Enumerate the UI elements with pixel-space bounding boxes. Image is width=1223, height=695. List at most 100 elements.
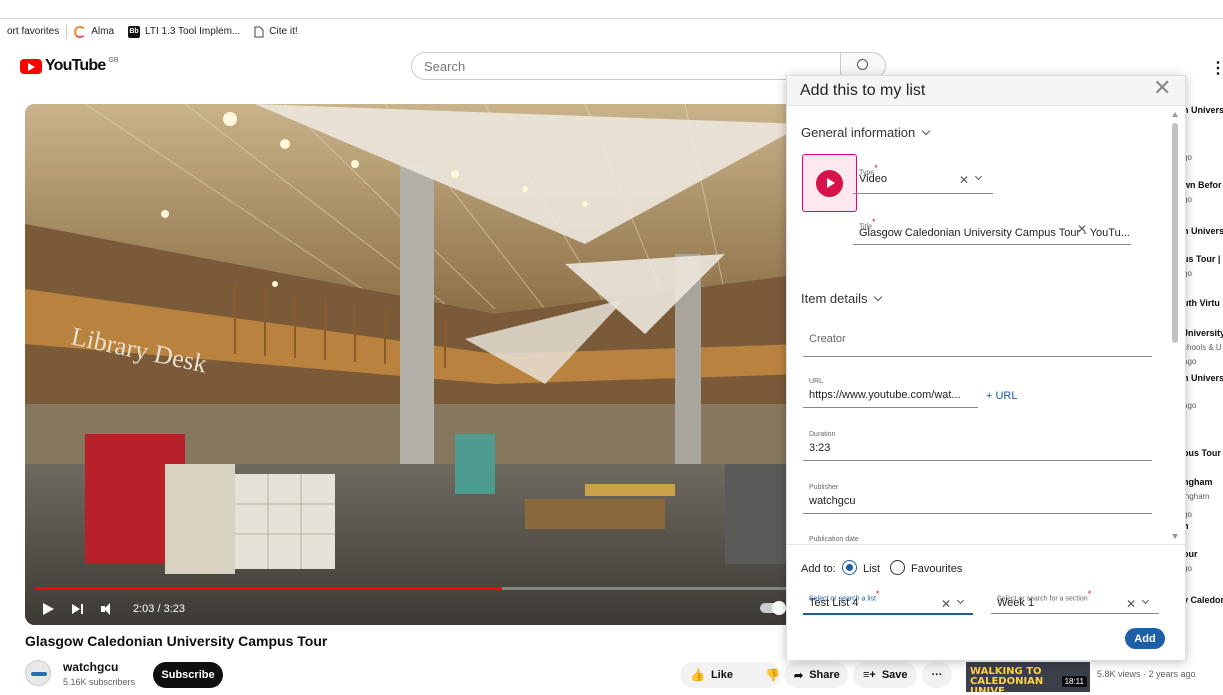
more-actions-button[interactable]: ··· bbox=[922, 662, 952, 688]
recommendation-text[interactable]: us Tour | bbox=[1183, 254, 1223, 265]
time-display: 2:03 / 3:23 bbox=[133, 602, 185, 615]
recommendation-text[interactable]: n Univers bbox=[1183, 226, 1223, 237]
general-information-heading: General information bbox=[801, 125, 916, 140]
search-icon bbox=[857, 59, 868, 70]
title-input[interactable]: Glasgow Caledonian University Campus Tou… bbox=[859, 227, 1130, 239]
play-icon[interactable] bbox=[43, 602, 54, 615]
add-url-button[interactable]: + URL bbox=[986, 390, 1018, 402]
section-dropdown-chevron-icon[interactable] bbox=[1141, 596, 1150, 605]
required-asterisk: * bbox=[1087, 589, 1092, 599]
bookmark-favorites[interactable]: ort favorites bbox=[0, 19, 66, 45]
title-field-underline bbox=[853, 244, 1131, 245]
volume-icon[interactable] bbox=[101, 602, 115, 615]
recommendation-text[interactable]: n Univers bbox=[1183, 105, 1223, 116]
channel-name[interactable]: watchgcu bbox=[63, 660, 118, 674]
video-player[interactable]: Library Desk 2:03 / 3:23 bbox=[25, 104, 804, 625]
duration-field-underline bbox=[803, 460, 1152, 461]
section-select-value[interactable]: Week 1 bbox=[997, 597, 1034, 609]
chevron-down-icon bbox=[921, 126, 931, 136]
recommendation-text[interactable]: uth Virtu bbox=[1183, 298, 1223, 309]
duration-input[interactable]: 3:23 bbox=[809, 442, 830, 454]
youtube-wordmark: YouTube bbox=[45, 57, 106, 74]
seek-bar-progress bbox=[35, 587, 503, 590]
list-select-value[interactable]: Test List 4 bbox=[809, 597, 859, 609]
url-field-underline bbox=[803, 407, 978, 408]
page-icon bbox=[254, 26, 264, 37]
bookmark-lti-tool[interactable]: Bb LTI 1.3 Tool Implem... bbox=[121, 19, 247, 45]
next-icon[interactable] bbox=[72, 603, 83, 614]
like-label: Like bbox=[710, 669, 733, 681]
clear-type-icon[interactable]: ✕ bbox=[959, 173, 969, 187]
save-button[interactable]: ≡+ Save bbox=[853, 662, 917, 688]
seek-bar[interactable] bbox=[35, 587, 795, 590]
player-controls: 2:03 / 3:23 bbox=[25, 592, 804, 625]
bookmark-alma[interactable]: Alma bbox=[67, 19, 121, 45]
share-label: Share bbox=[809, 669, 840, 681]
recommendation-text[interactable]: v Caledon bbox=[1183, 595, 1223, 606]
subscribe-button[interactable]: Subscribe bbox=[153, 662, 223, 688]
video-title: Glasgow Caledonian University Campus Tou… bbox=[25, 633, 328, 649]
url-field-label: URL bbox=[809, 378, 824, 385]
recommendation-text[interactable]: wn Befor bbox=[1183, 180, 1223, 191]
recommended-video-thumbnail[interactable]: WALKING TO CALEDONIAN UNIVE... 18:11 bbox=[966, 662, 1090, 692]
bookmark-cite-it[interactable]: Cite it! bbox=[247, 19, 304, 45]
publisher-input[interactable]: watchgcu bbox=[809, 495, 855, 507]
scroll-up-arrow-icon[interactable] bbox=[1172, 112, 1178, 117]
list-radio-label[interactable]: List bbox=[863, 563, 880, 575]
thumbs-up-icon: 👍 bbox=[690, 668, 705, 682]
youtube-logo[interactable]: YouTube GB bbox=[20, 57, 119, 75]
item-details-toggle[interactable]: Item details bbox=[801, 291, 883, 306]
dialog-footer: Add to: List Favourites Select or search… bbox=[787, 544, 1185, 660]
bookmarks-bar: ort favorites Alma Bb LTI 1.3 Tool Imple… bbox=[0, 18, 1223, 44]
favourites-radio[interactable] bbox=[890, 560, 905, 575]
bookmark-label: Alma bbox=[91, 26, 115, 37]
add-to-label: Add to: bbox=[801, 563, 836, 575]
channel-avatar[interactable] bbox=[25, 660, 51, 686]
recommendation-text[interactable]: our bbox=[1183, 549, 1223, 560]
recommendation-text[interactable]: n bbox=[1183, 521, 1223, 532]
publisher-field-underline bbox=[803, 513, 1152, 514]
share-button[interactable]: ➦ Share bbox=[784, 662, 848, 688]
duration-field-label: Duration bbox=[809, 431, 836, 438]
type-select-value[interactable]: Video bbox=[859, 173, 887, 185]
video-frame: Library Desk bbox=[25, 104, 804, 625]
recommendation-text[interactable]: ngham bbox=[1183, 477, 1223, 488]
recommendation-text: go bbox=[1183, 153, 1192, 162]
more-options-icon[interactable]: ⋮ bbox=[1210, 58, 1223, 78]
type-dropdown-chevron-icon[interactable] bbox=[974, 172, 983, 181]
save-playlist-icon: ≡+ bbox=[863, 669, 876, 681]
publication-date-label: Publication date bbox=[809, 536, 859, 543]
favourites-radio-label[interactable]: Favourites bbox=[911, 563, 962, 575]
search-input[interactable]: Search bbox=[411, 52, 841, 80]
recommendation-text: ingham bbox=[1183, 492, 1210, 501]
list-dropdown-chevron-icon[interactable] bbox=[956, 596, 965, 605]
required-asterisk: * bbox=[875, 589, 880, 599]
dialog-title: Add this to my list bbox=[800, 82, 926, 99]
recommendation-text: go bbox=[1183, 195, 1192, 204]
url-input[interactable]: https://www.youtube.com/wat... bbox=[809, 389, 961, 401]
scroll-down-arrow-icon[interactable] bbox=[1172, 534, 1178, 539]
share-icon: ➦ bbox=[794, 669, 804, 682]
recommendation-text[interactable]: Jniversity bbox=[1183, 328, 1223, 339]
clear-title-icon[interactable]: ✕ bbox=[1077, 222, 1087, 236]
list-select-underline bbox=[803, 613, 973, 615]
autoplay-toggle[interactable] bbox=[760, 601, 786, 615]
search-placeholder: Search bbox=[424, 58, 466, 74]
scrollbar-thumb[interactable] bbox=[1172, 123, 1178, 343]
type-field-underline bbox=[853, 193, 993, 194]
region-code: GB bbox=[108, 56, 119, 64]
section-select-underline bbox=[991, 613, 1159, 614]
dialog-body[interactable]: General information Type* Video ✕ Title*… bbox=[787, 107, 1185, 544]
save-label: Save bbox=[881, 669, 908, 681]
general-information-toggle[interactable]: General information bbox=[801, 125, 931, 140]
clear-section-icon[interactable]: ✕ bbox=[1126, 597, 1136, 611]
recommendation-text[interactable]: n Univers bbox=[1183, 373, 1223, 384]
recommendation-text[interactable]: pus Tour - bbox=[1183, 448, 1223, 459]
like-button[interactable]: 👍 Like bbox=[680, 662, 743, 688]
recommendation-text: ago bbox=[1183, 401, 1197, 410]
list-radio[interactable] bbox=[842, 560, 857, 575]
add-button[interactable]: Add bbox=[1125, 628, 1165, 649]
clear-list-icon[interactable]: ✕ bbox=[941, 597, 951, 611]
close-icon[interactable]: ✕ bbox=[1153, 78, 1171, 100]
creator-input[interactable]: Creator bbox=[809, 333, 846, 345]
